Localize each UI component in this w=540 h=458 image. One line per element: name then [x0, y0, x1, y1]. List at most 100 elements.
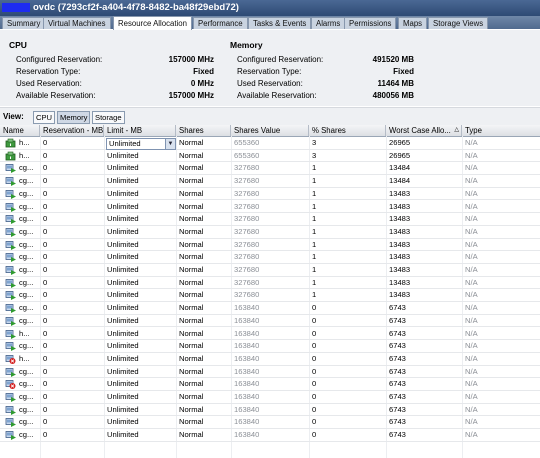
cell-shares: Normal	[179, 328, 204, 338]
view-storage-button[interactable]: Storage	[92, 111, 125, 124]
tab-permissions[interactable]: Permissions	[344, 17, 397, 29]
view-selector: View: CPU Memory Storage	[0, 107, 540, 126]
window-title-bar: ovdc (7293cf2f-a404-4f78-8482-ba48f29ebd…	[0, 0, 540, 16]
col-reservation[interactable]: Reservation - MB	[40, 125, 104, 136]
cell-worst: 26965	[389, 150, 411, 160]
cell-reservation: 0	[43, 353, 48, 363]
cell-shares: Normal	[179, 176, 204, 186]
memory-type-value: Fixed	[393, 67, 414, 76]
tab-performance[interactable]: Performance	[193, 17, 248, 29]
row-name: cg...	[19, 315, 34, 325]
table-row[interactable]: cg... 0 Unlimited Normal 327680 1 13483 N/A	[0, 239, 540, 252]
sort-indicator-icon: △	[454, 127, 459, 133]
cell-shares-value: 327680	[234, 163, 260, 173]
table-row[interactable]: cg... 0 Unlimited Normal 163840 0 6743 N/A	[0, 340, 540, 353]
col-percent-shares[interactable]: % Shares	[309, 125, 386, 136]
table-row[interactable]: cg... 0 Unlimited Normal 327680 1 13483 N/A	[0, 213, 540, 226]
cell-limit: Unlimited	[107, 214, 139, 224]
col-type[interactable]: Type	[462, 125, 540, 136]
tab-resource-allocation[interactable]: Resource Allocation	[113, 16, 192, 30]
row-name: cg...	[19, 252, 34, 262]
table-row[interactable]: cg... 0 Unlimited Normal 327680 1 13483 N/A	[0, 201, 540, 214]
cell-type: N/A	[465, 150, 478, 160]
table-row[interactable]: h... 0 Unlimited ▼ Normal 655360 3 26965 N/A	[0, 137, 540, 150]
table-row[interactable]: cg... 0 Unlimited Normal 327680 1 13484 N/A	[0, 162, 540, 176]
memory-available-label: Available Reservation:	[237, 91, 317, 100]
cell-shares: Normal	[179, 379, 204, 389]
cpu-heading: CPU	[9, 40, 27, 50]
cell-reservation: 0	[43, 404, 48, 414]
table-row[interactable]: cg... 0 Unlimited Normal 327680 1 13483 N/A	[0, 226, 540, 239]
tab-virtual-machines[interactable]: Virtual Machines	[43, 17, 111, 29]
cell-limit: Unlimited	[107, 290, 139, 300]
cell-shares-value: 163840	[234, 366, 260, 376]
cell-pct: 0	[312, 392, 317, 401]
view-memory-button[interactable]: Memory	[57, 111, 91, 124]
view-cpu-button[interactable]: CPU	[33, 111, 56, 124]
chevron-down-icon[interactable]: ▼	[165, 139, 175, 149]
cell-pct: 0	[312, 353, 317, 363]
tab-summary[interactable]: Summary	[2, 17, 46, 29]
col-worst-case[interactable]: Worst Case Allo... △	[386, 125, 462, 136]
col-limit[interactable]: Limit - MB	[104, 125, 176, 136]
cpu-configured-label: Configured Reservation:	[16, 55, 103, 64]
cell-pct: 1	[312, 201, 317, 211]
table-row[interactable]: cg... 0 Unlimited Normal 163840 0 6743 N/A	[0, 378, 540, 391]
cell-shares: Normal	[179, 239, 204, 249]
cell-type: N/A	[465, 430, 478, 440]
cell-type: N/A	[465, 328, 478, 338]
table-row[interactable]: cg... 0 Unlimited Normal 163840 0 6743 N/A	[0, 404, 540, 417]
cell-worst: 13483	[389, 290, 411, 300]
col-shares-value[interactable]: Shares Value	[231, 125, 309, 136]
table-row[interactable]: h... 0 Unlimited Normal 655360 3 26965 N/A	[0, 150, 540, 163]
table-row[interactable]: cg... 0 Unlimited Normal 327680 1 13483 N/A	[0, 188, 540, 201]
row-name: cg...	[19, 417, 34, 427]
view-label: View:	[3, 112, 24, 121]
window-title: ovdc (7293cf2f-a404-4f78-8482-ba48f29ebd…	[33, 2, 239, 13]
cpu-configured-value: 157000 MHz	[168, 55, 214, 64]
cell-pct: 0	[312, 404, 317, 414]
table-row[interactable]: cg... 0 Unlimited Normal 163840 0 6743 N/A	[0, 366, 540, 379]
cell-worst: 13483	[389, 265, 411, 274]
table-row[interactable]: cg... 0 Unlimited Normal 327680 1 13483 N/A	[0, 251, 540, 264]
table-row[interactable]: cg... 0 Unlimited Normal 327680 1 13483 N/A	[0, 277, 540, 290]
cell-pct: 1	[312, 226, 317, 236]
cell-limit: Unlimited	[107, 379, 139, 389]
cell-shares: Normal	[179, 353, 204, 363]
table-row[interactable]: cg... 0 Unlimited Normal 163840 0 6743 N/A	[0, 391, 540, 404]
row-name: cg...	[19, 290, 34, 300]
cell-limit: Unlimited	[107, 176, 139, 186]
table-row[interactable]: cg... 0 Unlimited Normal 163840 0 6743 N/A	[0, 416, 540, 430]
cell-type: N/A	[465, 315, 478, 325]
cell-worst: 6743	[389, 392, 406, 401]
cell-shares-value: 163840	[234, 417, 260, 427]
table-row[interactable]: cg... 0 Unlimited Normal 163840 0 6743 N/A	[0, 315, 540, 328]
table-row[interactable]: cg... 0 Unlimited Normal 163840 0 6743 N/A	[0, 429, 540, 442]
limit-dropdown[interactable]: Unlimited ▼	[106, 138, 176, 150]
cell-type: N/A	[465, 265, 478, 274]
table-row[interactable]: h... 0 Unlimited Normal 163840 0 6743 N/A	[0, 353, 540, 366]
tab-storage-views[interactable]: Storage Views	[428, 17, 489, 29]
row-name: h...	[19, 353, 30, 363]
vm-on-icon	[5, 303, 16, 314]
table-row[interactable]: cg... 0 Unlimited Normal 327680 1 13483 N/A	[0, 289, 540, 303]
cell-pct: 0	[312, 328, 317, 338]
vm-on-icon	[5, 240, 16, 250]
cell-reservation: 0	[43, 341, 48, 351]
cell-shares: Normal	[179, 366, 204, 376]
table-row[interactable]: cg... 0 Unlimited Normal 163840 0 6743 N/A	[0, 302, 540, 315]
tab-alarms[interactable]: Alarms	[311, 17, 346, 29]
cell-type: N/A	[465, 163, 478, 173]
cell-pct: 1	[312, 176, 317, 186]
col-name[interactable]: Name	[0, 125, 40, 136]
cell-limit: Unlimited	[107, 315, 139, 325]
tab-tasks-events[interactable]: Tasks & Events	[248, 17, 312, 29]
col-shares[interactable]: Shares	[176, 125, 231, 136]
table-row[interactable]: h... 0 Unlimited Normal 163840 0 6743 N/A	[0, 328, 540, 341]
vm-on-icon	[5, 417, 16, 428]
row-name: cg...	[19, 239, 34, 249]
table-row[interactable]: cg... 0 Unlimited Normal 327680 1 13483 N/A	[0, 264, 540, 277]
cell-worst: 13483	[389, 201, 411, 211]
table-row[interactable]: cg... 0 Unlimited Normal 327680 1 13484 N/A	[0, 175, 540, 188]
tab-maps[interactable]: Maps	[398, 17, 428, 29]
